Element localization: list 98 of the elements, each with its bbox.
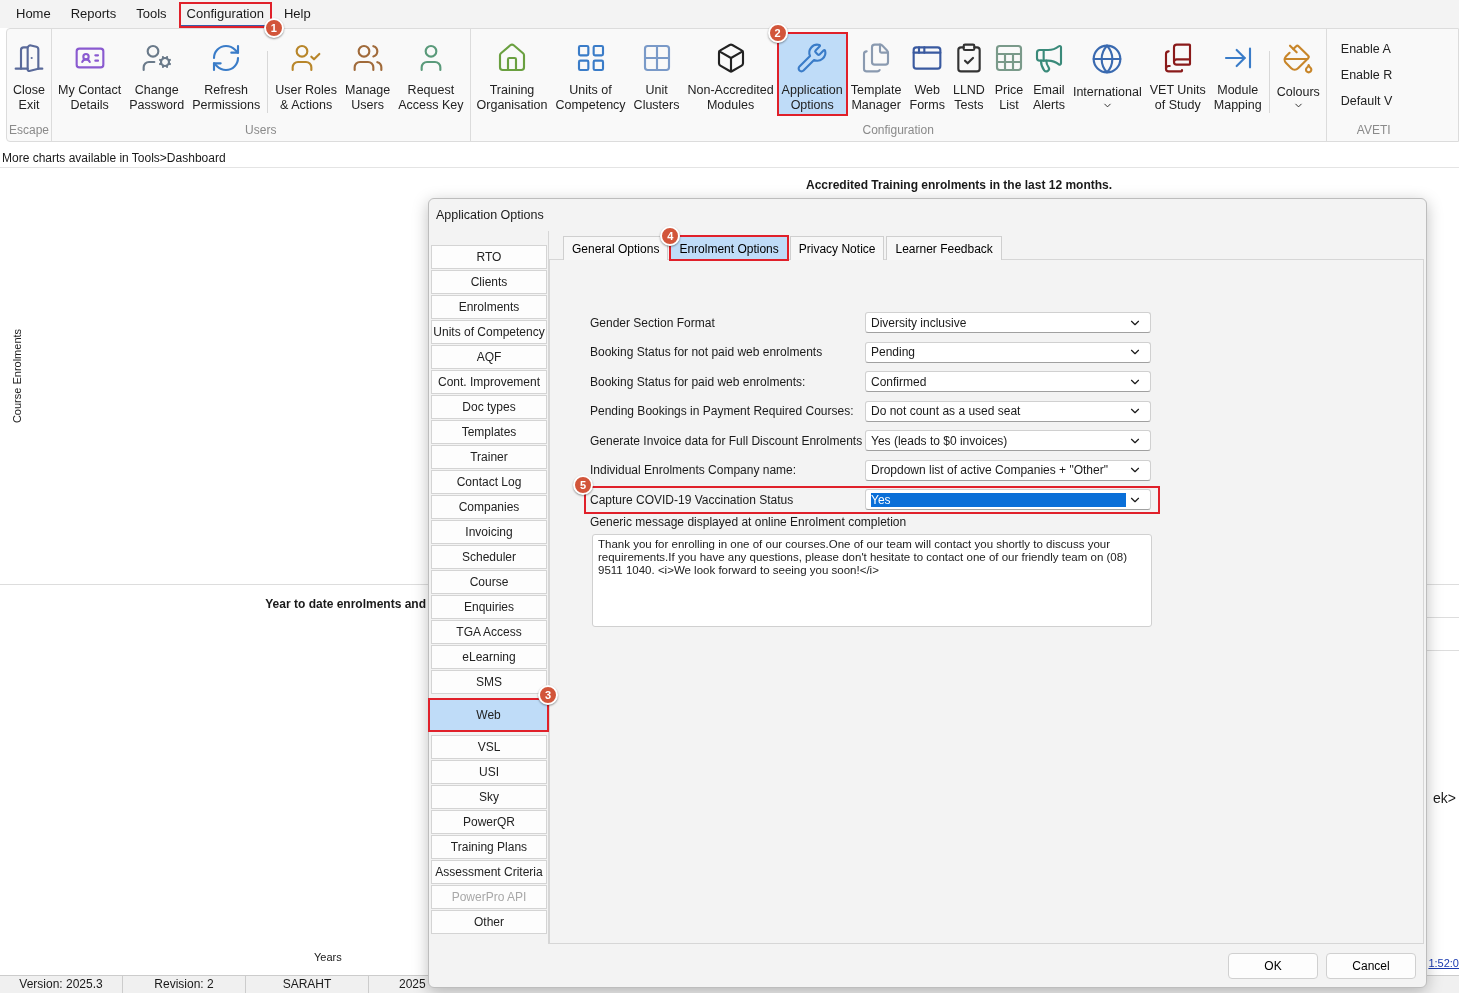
nav-button[interactable]: Enquiries xyxy=(431,595,547,619)
dropdown-field[interactable]: Confirmed xyxy=(865,371,1151,393)
nav-button[interactable]: TGA Access xyxy=(431,620,547,644)
chart-title: Year to date enrolments and xyxy=(265,597,426,611)
group-label: AVETI xyxy=(1355,122,1392,139)
nav-button[interactable]: Sky xyxy=(431,785,547,809)
nav-button[interactable]: Templates xyxy=(431,420,547,444)
nav-button[interactable]: Scheduler xyxy=(431,545,547,569)
nav-button[interactable]: eLearning xyxy=(431,645,547,669)
callout-badge: 1 xyxy=(263,18,284,38)
ribbon-button[interactable]: Request Access Key xyxy=(394,33,468,115)
ribbon-button[interactable]: My Contact Details xyxy=(54,33,126,115)
field-label: Pending Bookings in Payment Required Courses: xyxy=(590,404,855,419)
dropdown-field[interactable]: Dropdown list of active Companies + "Other" xyxy=(865,459,1151,481)
dialog-title: Application Options xyxy=(436,208,544,222)
field-label: Booking Status for not paid web enrolments xyxy=(590,345,824,360)
ribbon-button[interactable]: Close Exit xyxy=(9,33,49,115)
user-check-icon xyxy=(290,42,323,74)
nav-button[interactable]: Trainer xyxy=(431,445,547,469)
ribbon-button[interactable]: Manage Users xyxy=(341,33,395,115)
nav-button[interactable]: Clients xyxy=(431,270,547,294)
user-gear-icon xyxy=(140,42,173,74)
dialog-tab[interactable]: Learner Feedback xyxy=(886,236,1002,260)
dialog-button[interactable]: OK xyxy=(1228,952,1318,979)
nav-button[interactable]: Other xyxy=(431,910,547,934)
axis-label: Years xyxy=(314,951,342,963)
info-text: More charts available in Tools>Dashboard xyxy=(2,150,226,165)
message-field[interactable]: Thank you for enrolling in one of our courses.One of our team will contact you shortly to discuss your requirements.If you have any questions, please don't hesitate to contact one of our friendly team on (08) 9511 1040. <i>We look forward to seeing you soon!</i> xyxy=(592,533,1152,627)
field-label: Individual Enrolments Company name: xyxy=(590,463,798,478)
globe-icon xyxy=(1091,43,1124,75)
nav-button[interactable]: VSL xyxy=(431,735,547,759)
nav-button[interactable]: Companies xyxy=(431,495,547,519)
dropdown-field[interactable]: Pending xyxy=(865,341,1151,363)
nav-button[interactable]: Units of Competency xyxy=(431,320,547,344)
status-cell: Version: 2025.3 xyxy=(0,976,123,993)
nav-button[interactable]: Doc types xyxy=(431,395,547,419)
dropdown-field[interactable]: Yes xyxy=(865,489,1151,511)
ribbon-button[interactable]: Refresh Permissions xyxy=(188,33,265,115)
group-label: Escape xyxy=(9,122,50,139)
ribbon-button[interactable]: Template Manager xyxy=(846,33,906,115)
ribbon-button[interactable]: Email Alerts xyxy=(1028,33,1069,115)
callout-badge: 3 xyxy=(538,685,558,705)
ribbon-button[interactable]: Training Organisation xyxy=(472,33,552,115)
ribbon-button[interactable]: Web Forms xyxy=(905,33,949,115)
dropdown-field[interactable]: Do not count as a used seat xyxy=(865,400,1151,422)
callout-badge: 4 xyxy=(660,226,681,246)
ribbon-button[interactable]: Unit Clusters xyxy=(629,33,684,115)
field-label: Capture COVID-19 Vaccination Status xyxy=(590,492,795,507)
dialog-button[interactable]: Cancel xyxy=(1326,952,1416,979)
dropdown-field[interactable]: Diversity inclusive xyxy=(865,312,1151,334)
door-icon xyxy=(13,42,45,74)
ribbon-button[interactable]: Enable A xyxy=(1336,39,1395,59)
ribbon-button[interactable]: LLND Tests xyxy=(948,33,989,115)
users-icon xyxy=(351,42,384,74)
group-label: Users xyxy=(244,122,278,139)
ribbon-button[interactable]: Module Mapping xyxy=(1209,33,1266,115)
ribbon-button[interactable]: Change Password xyxy=(125,33,189,115)
ribbon-button[interactable]: International xyxy=(1068,33,1146,115)
ribbon-button[interactable]: Default V xyxy=(1336,91,1397,111)
axis-label: Course Enrolments xyxy=(11,328,23,424)
menu-tab[interactable]: Reports xyxy=(62,2,125,28)
menu-tab[interactable]: Home xyxy=(8,2,59,28)
dialog-tab[interactable]: Privacy Notice xyxy=(789,236,885,260)
ribbon-button[interactable]: Colours xyxy=(1272,33,1324,115)
menu-tab[interactable]: Tools xyxy=(128,2,175,28)
dropdown-field[interactable]: Yes (leads to $0 invoices) xyxy=(865,430,1151,452)
nav-button[interactable]: Assessment Criteria xyxy=(431,860,547,884)
nav-button[interactable]: Course xyxy=(431,570,547,594)
status-cell-text: 2025 xyxy=(398,976,427,993)
nav-button[interactable]: USI xyxy=(431,760,547,784)
nav-button[interactable]: Contact Log xyxy=(431,470,547,494)
nav-button[interactable]: Enrolments xyxy=(431,295,547,319)
status-cell: Revision: 2 xyxy=(123,976,246,993)
field-label: Generic message displayed at online Enrolment completion xyxy=(589,514,908,531)
field-label: Gender Section Format xyxy=(590,315,716,330)
wrench-icon xyxy=(796,42,829,74)
status-cell: SARAHT xyxy=(246,976,369,993)
nav-button[interactable]: AQF xyxy=(431,345,547,369)
callout-badge: 2 xyxy=(767,23,788,43)
ribbon-button[interactable]: Units of Competency xyxy=(551,33,630,115)
nav-button[interactable]: Training Plans xyxy=(431,835,547,859)
field-label: Generate Invoice data for Full Discount Enrolments xyxy=(590,433,864,448)
chart-text: ek> xyxy=(1433,790,1456,806)
ribbon-button[interactable]: VET Units of Study xyxy=(1145,33,1210,115)
field-label: Booking Status for paid web enrolments: xyxy=(590,374,807,389)
nav-button[interactable]: PowerQR xyxy=(431,810,547,834)
nav-button[interactable]: RTO xyxy=(431,245,547,269)
house-icon xyxy=(496,42,528,74)
paint-bucket-icon xyxy=(1282,43,1315,75)
ribbon-button[interactable]: Enable R xyxy=(1336,65,1397,85)
group-label: Configuration xyxy=(861,122,935,139)
nav-button[interactable]: Web xyxy=(429,699,548,731)
nav-button[interactable]: Invoicing xyxy=(431,520,547,544)
callout-badge: 5 xyxy=(573,475,593,495)
time-link[interactable]: 1:52:0 xyxy=(1428,957,1459,969)
chart-title: Accredited Training enrolments in the last 12 months. xyxy=(806,178,1113,192)
ribbon-button[interactable]: Price List xyxy=(988,33,1029,115)
nav-button[interactable]: Cont. Improvement xyxy=(431,370,547,394)
